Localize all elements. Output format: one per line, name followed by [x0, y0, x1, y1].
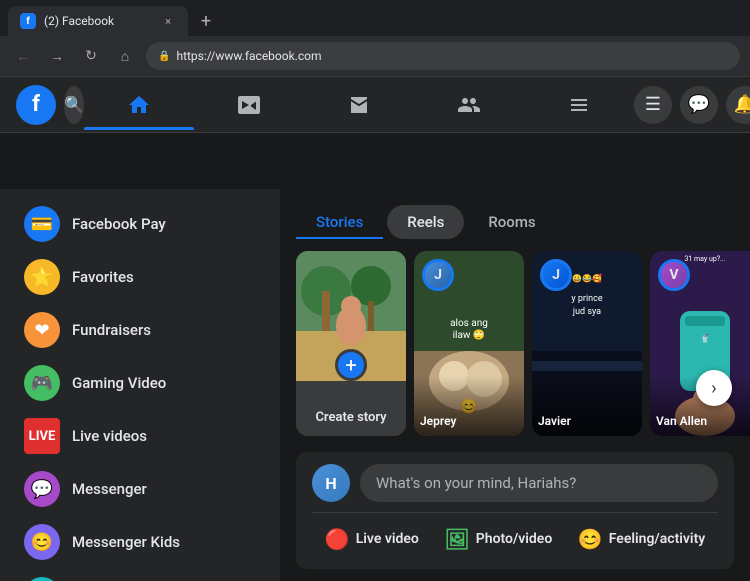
story-avatar-jeprey: J: [422, 259, 454, 291]
story-name-javier: Javier: [538, 414, 636, 428]
composer-avatar: H: [312, 464, 350, 502]
svg-text:alos ang: alos ang: [450, 318, 488, 329]
top-navigation: f 🔍 ☰ 💬 🔔 ⚙: [0, 77, 750, 133]
sidebar-icon-live-videos: LIVE: [24, 418, 60, 454]
svg-text:jud sya: jud sya: [572, 307, 601, 317]
nav-notifications-button[interactable]: 🔔: [726, 86, 750, 124]
address-bar: ← → ↻ ⌂ 🔒 https://www.facebook.com: [0, 36, 750, 76]
sidebar: 💳 Facebook Pay ⭐ Favorites ❤ Fundraisers…: [0, 189, 280, 581]
photo-video-label: Photo/video: [476, 531, 553, 547]
tab-stories[interactable]: Stories: [296, 205, 383, 239]
feeling-label: Feeling/activity: [609, 531, 705, 547]
story-name-vanallen: Van Allen: [656, 414, 750, 428]
story-name-jeprey: Jeprey: [420, 414, 518, 428]
sidebar-label-fundraisers: Fundraisers: [72, 321, 151, 339]
url-text: https://www.facebook.com: [176, 49, 321, 63]
tab-bar: f (2) Facebook × +: [0, 0, 750, 36]
nav-menu-button[interactable]: ☰: [634, 86, 672, 124]
story-avatar-vanallen: V: [658, 259, 690, 291]
sidebar-icon-gaming-video: 🎮: [24, 365, 60, 401]
nav-messenger-button[interactable]: 💬: [680, 86, 718, 124]
photo-video-action[interactable]: 🖼 Photo/video: [432, 521, 564, 557]
composer-input[interactable]: What's on your mind, Hariahs?: [360, 464, 718, 502]
sidebar-icon-most-recent: 🕐: [24, 577, 60, 581]
story-create-bottom: Create story: [296, 381, 406, 436]
svg-text:31 may up?...: 31 may up?...: [684, 255, 725, 263]
sidebar-item-messenger[interactable]: 💬 Messenger: [8, 463, 272, 515]
sidebar-label-gaming-video: Gaming Video: [72, 374, 166, 392]
tab-close-button[interactable]: ×: [160, 13, 176, 29]
create-plus-icon[interactable]: +: [335, 349, 367, 381]
photo-video-icon: 🖼: [444, 527, 469, 551]
post-composer: H What's on your mind, Hariahs? 🔴 Live v…: [296, 452, 734, 569]
new-tab-button[interactable]: +: [192, 7, 220, 35]
tab-favicon: f: [20, 13, 36, 29]
sidebar-icon-facebook-pay: 💳: [24, 206, 60, 242]
sidebar-item-facebook-pay[interactable]: 💳 Facebook Pay: [8, 198, 272, 250]
nav-icons: [84, 80, 634, 130]
nav-home-button[interactable]: [84, 80, 194, 130]
active-tab[interactable]: f (2) Facebook ×: [8, 6, 188, 36]
tab-reels[interactable]: Reels: [387, 205, 464, 239]
sidebar-icon-favorites: ⭐: [24, 259, 60, 295]
sidebar-item-messenger-kids[interactable]: 😊 Messenger Kids: [8, 516, 272, 568]
forward-button[interactable]: →: [44, 43, 70, 69]
composer-actions: 🔴 Live video 🖼 Photo/video 😊 Feeling/act…: [312, 512, 718, 557]
sidebar-label-messenger-kids: Messenger Kids: [72, 533, 180, 551]
story-card-vanallen[interactable]: 🥤 31 may up?... V Van Allen: [650, 251, 750, 436]
composer-top: H What's on your mind, Hariahs?: [312, 464, 718, 502]
content-tabs: Stories Reels Rooms: [296, 205, 734, 239]
feeling-action[interactable]: 😊 Feeling/activity: [566, 521, 717, 557]
sidebar-item-favorites[interactable]: ⭐ Favorites: [8, 251, 272, 303]
story-card-jeprey[interactable]: alos ang ilaw 🙄 😊 J Jeprey: [414, 251, 524, 436]
refresh-button[interactable]: ↻: [78, 43, 104, 69]
live-video-label: Live video: [356, 531, 419, 547]
sidebar-item-gaming-video[interactable]: 🎮 Gaming Video: [8, 357, 272, 409]
svg-text:🥤: 🥤: [700, 333, 710, 343]
svg-text:y prince: y prince: [571, 294, 602, 304]
sidebar-item-most-recent[interactable]: 🕐 Most Recent: [8, 569, 272, 581]
story-avatar-javier: J: [540, 259, 572, 291]
sidebar-label-messenger: Messenger: [72, 480, 147, 498]
sidebar-item-live-videos[interactable]: LIVE Live videos: [8, 410, 272, 462]
live-video-icon: 🔴: [325, 527, 350, 551]
url-bar[interactable]: 🔒 https://www.facebook.com: [146, 42, 740, 70]
tab-rooms[interactable]: Rooms: [468, 205, 555, 239]
svg-text:😀😂🥰: 😀😂🥰: [572, 273, 602, 283]
sidebar-label-facebook-pay: Facebook Pay: [72, 215, 166, 233]
main-content: Stories Reels Rooms: [280, 189, 750, 581]
stories-next-button[interactable]: ›: [696, 370, 732, 406]
sidebar-label-favorites: Favorites: [72, 268, 134, 286]
nav-right-actions: ☰ 💬 🔔 ⚙: [634, 86, 750, 124]
sidebar-item-fundraisers[interactable]: ❤ Fundraisers: [8, 304, 272, 356]
story-create-card[interactable]: + Create story: [296, 251, 406, 436]
sidebar-label-live-videos: Live videos: [72, 427, 147, 445]
live-video-action[interactable]: 🔴 Live video: [313, 521, 431, 557]
nav-rightmost-button[interactable]: [524, 80, 634, 130]
nav-marketplace-button[interactable]: [304, 80, 414, 130]
home-button[interactable]: ⌂: [112, 43, 138, 69]
browser-chrome: f (2) Facebook × + ← → ↻ ⌂ 🔒 https://www…: [0, 0, 750, 77]
search-button[interactable]: 🔍: [64, 86, 84, 124]
sidebar-icon-messenger-kids: 😊: [24, 524, 60, 560]
lock-icon: 🔒: [158, 51, 170, 62]
stories-row: + Create story: [296, 251, 734, 436]
svg-text:ilaw 🙄: ilaw 🙄: [453, 329, 486, 341]
tab-title: (2) Facebook: [44, 14, 114, 28]
back-button[interactable]: ←: [10, 43, 36, 69]
facebook-logo: f: [16, 85, 56, 125]
create-story-label: Create story: [315, 410, 386, 425]
feeling-icon: 😊: [578, 527, 603, 551]
sidebar-icon-fundraisers: ❤: [24, 312, 60, 348]
nav-video-button[interactable]: [194, 80, 304, 130]
nav-groups-button[interactable]: [414, 80, 524, 130]
story-card-javier[interactable]: 😀😂🥰 y prince jud sya J Javier: [532, 251, 642, 436]
sidebar-icon-messenger: 💬: [24, 471, 60, 507]
